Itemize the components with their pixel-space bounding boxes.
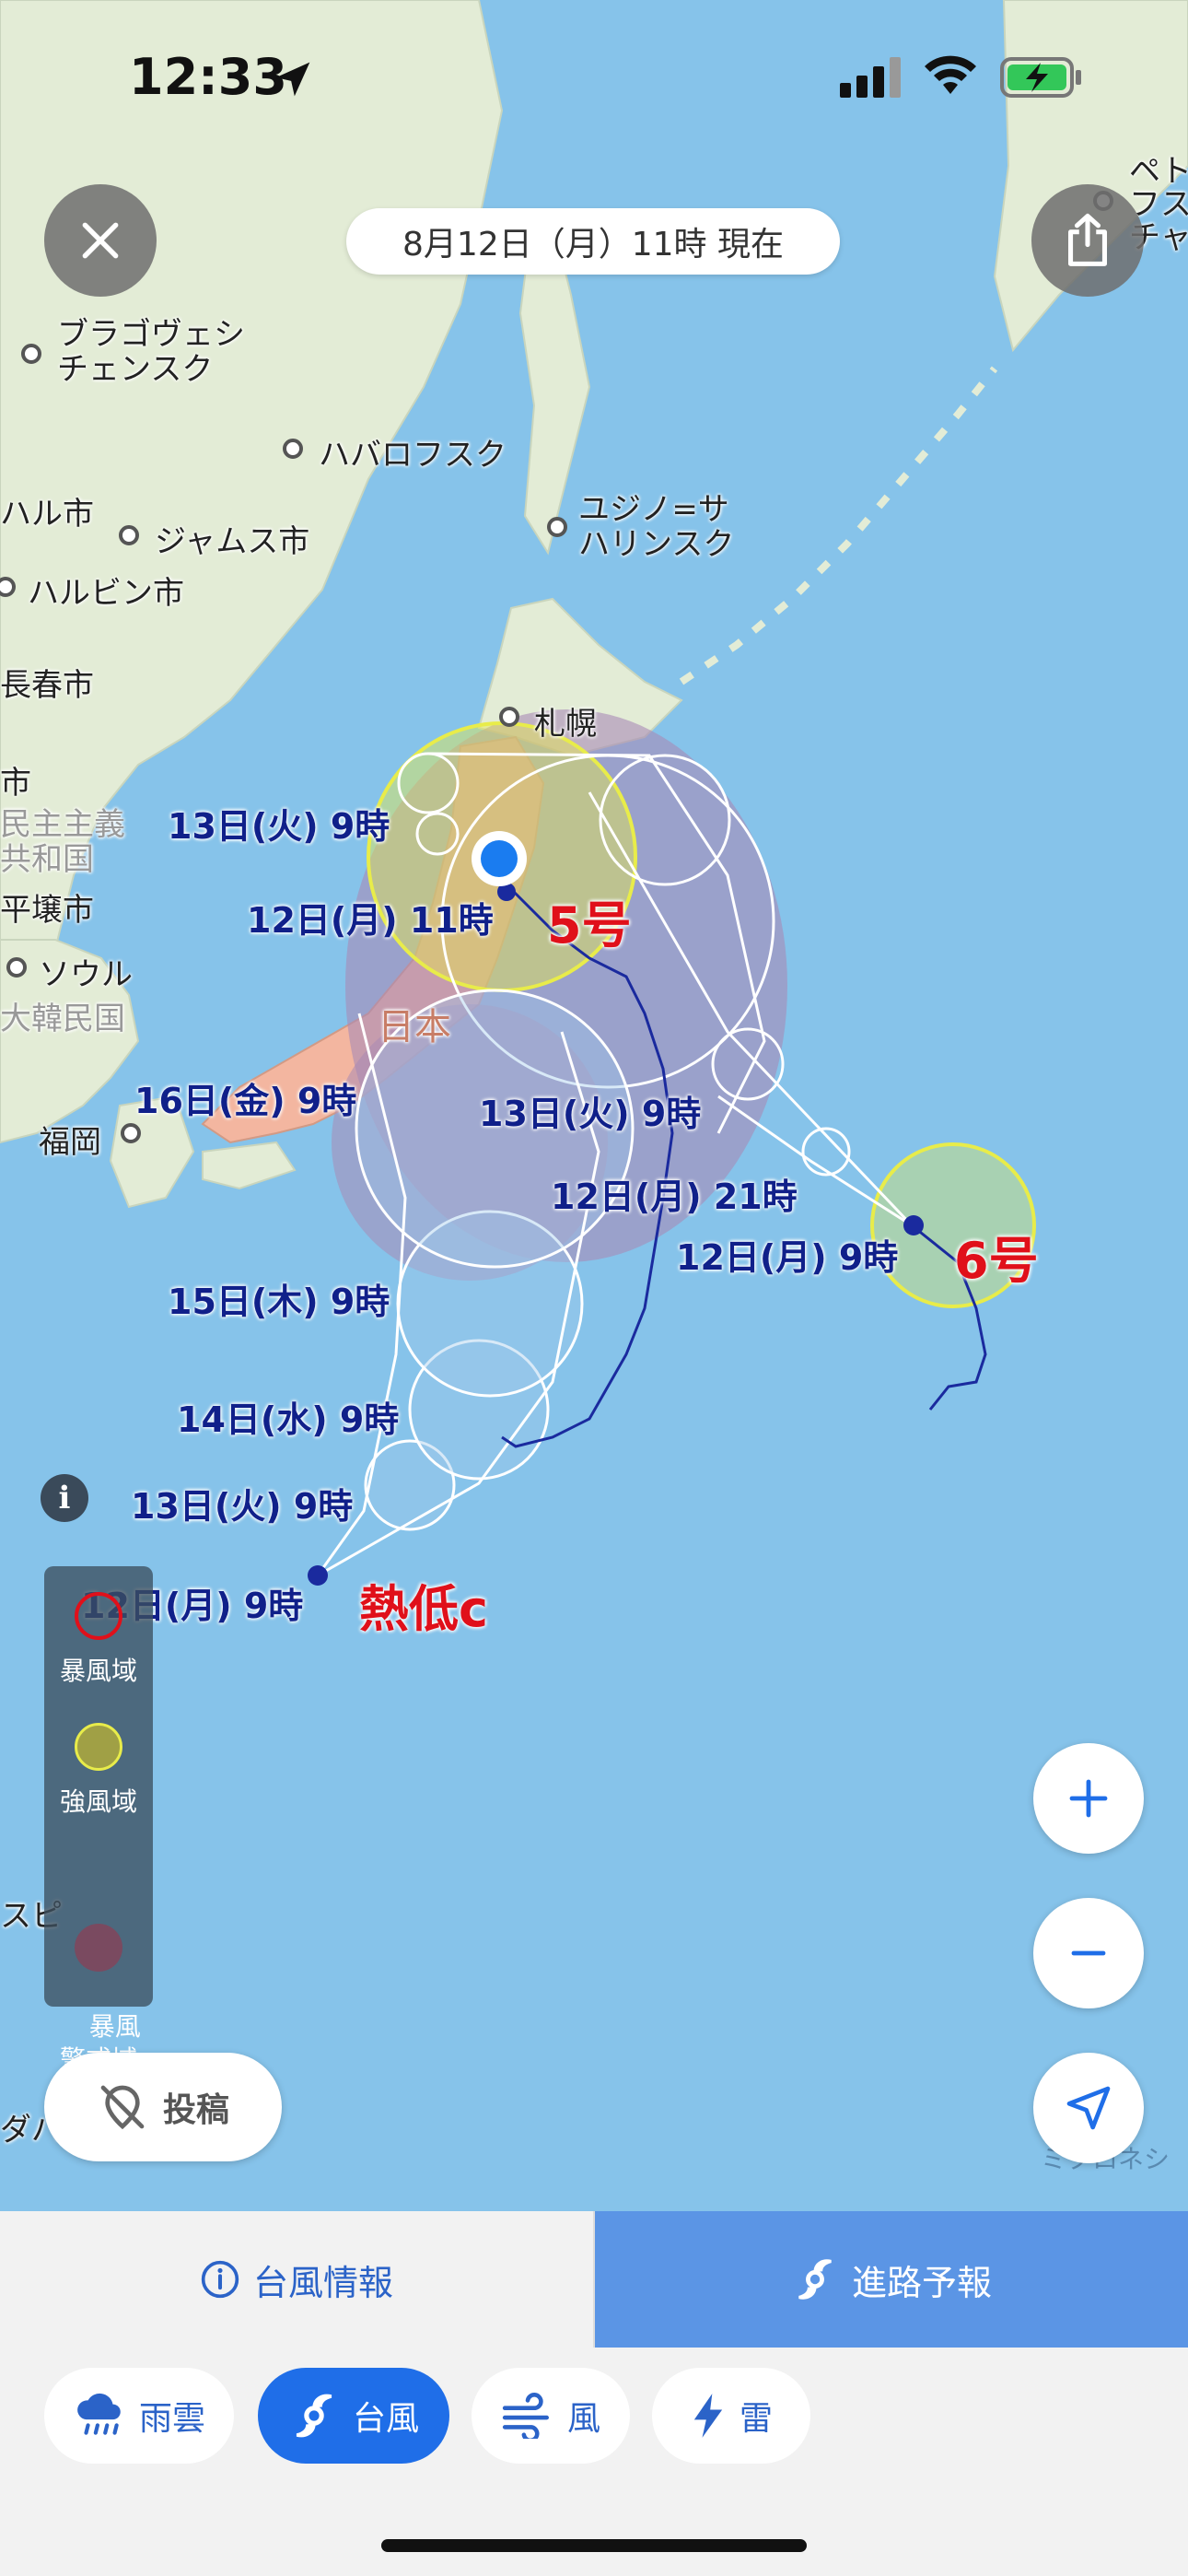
close-button[interactable] — [44, 184, 157, 297]
minus-icon — [1071, 1950, 1106, 1956]
chip-lightning[interactable]: 雷 — [652, 2368, 810, 2464]
typhoon-icon — [798, 2259, 832, 2300]
typhoon-tabs: 台風情報 進路予報 — [0, 2211, 1188, 2348]
place-label-fukuoka: 福岡 — [39, 1124, 101, 1161]
wifi-icon — [925, 55, 976, 94]
purple-circle-icon — [75, 1924, 122, 1972]
place-label-sapporo: 札幌 — [534, 706, 597, 743]
legend-item-strong-wind: 強風域 — [44, 1723, 153, 1819]
battery-charging-icon — [1000, 57, 1081, 98]
legend-label: 暴風域 — [59, 1656, 137, 1686]
chip-label: 風 — [566, 2400, 600, 2438]
forecast-label: 14日(水) 9時 — [177, 1399, 400, 1440]
status-bar: 12:33 — [0, 0, 1188, 157]
share-button[interactable] — [1031, 184, 1144, 297]
tab-typhoon-info[interactable]: 台風情報 — [0, 2211, 593, 2348]
rain-cloud-icon — [77, 2393, 121, 2435]
storm-label-5[interactable]: 5号 — [547, 884, 632, 957]
weather-map[interactable]: ブラゴヴェシ チェンスク ハバロフスク ハル市 ジャムス市 ハルビン市 ユジノ=… — [0, 0, 1188, 2211]
track-point-6 — [903, 1215, 924, 1235]
land-shikoku — [202, 1141, 297, 1190]
place-label-blagoveshchensk: ブラゴヴェシ チェンスク — [57, 316, 245, 388]
legend-item-storm-area: 暴風域 — [44, 1592, 153, 1688]
zoom-in-button[interactable] — [1033, 1743, 1144, 1854]
info-icon[interactable]: i — [41, 1474, 88, 1522]
place-label-korea: 大韓民国 — [0, 1001, 125, 1037]
post-button[interactable]: 投稿 — [44, 2053, 282, 2161]
chip-label: 雨雲 — [138, 2400, 205, 2438]
legend-label: 強風域 — [59, 1786, 137, 1817]
forecast-label: 12日(月) 21時 — [551, 1177, 798, 1217]
chip-rain-cloud[interactable]: 雨雲 — [44, 2368, 234, 2464]
chip-label: 雷 — [739, 2400, 773, 2438]
close-icon — [82, 222, 119, 259]
track-point-c — [308, 1565, 328, 1586]
location-arrow-icon — [275, 62, 310, 97]
place-label-harbin: ハルビン市 — [28, 575, 184, 612]
forecast-label: 12日(月) 11時 — [247, 900, 494, 941]
plus-icon — [1069, 1779, 1108, 1818]
share-icon — [1068, 213, 1107, 266]
storm-label-6[interactable]: 6号 — [954, 1220, 1039, 1293]
post-disabled-icon — [100, 2085, 145, 2130]
wind-icon — [502, 2393, 549, 2439]
place-label-dprk: 民主主義 共和国 — [0, 806, 125, 878]
forecast-label: 13日(火) 9時 — [168, 806, 390, 847]
red-circle-icon — [75, 1592, 122, 1640]
chip-label: 台風 — [352, 2400, 419, 2438]
forecast-label: 15日(木) 9時 — [168, 1282, 390, 1322]
yellow-circle-icon — [75, 1723, 122, 1771]
home-indicator[interactable] — [381, 2539, 807, 2552]
navigation-arrow-icon — [1066, 2086, 1111, 2130]
place-label-changchun: 長春市 — [0, 667, 94, 704]
legend-panel: 暴風域 強風域 暴風 警戒域 — [44, 1566, 153, 2075]
tab-label: 台風情報 — [252, 2262, 393, 2303]
place-label-yuzhno: ユジノ=サ ハリンスク — [578, 491, 735, 563]
status-time: 12:33 — [129, 48, 287, 106]
forecast-label: 12日(月) 9時 — [676, 1237, 899, 1278]
place-label-harbin-partial: ハル市 — [0, 496, 94, 533]
storm-label-c[interactable]: 熱低c — [359, 1568, 488, 1641]
typhoon-icon — [296, 2394, 332, 2438]
post-button-label: 投稿 — [162, 2091, 229, 2129]
current-time-pill: 8月12日（月）11時 現在 — [346, 208, 840, 275]
forecast-label: 13日(火) 9時 — [131, 1486, 354, 1527]
place-label-japan: 日本 — [378, 1006, 451, 1048]
zoom-out-button[interactable] — [1033, 1898, 1144, 2008]
place-label-khabarovsk: ハバロフスク — [319, 437, 507, 474]
place-label-seoul: ソウル — [39, 956, 133, 993]
chip-wind[interactable]: 風 — [472, 2368, 630, 2464]
tab-label: 進路予報 — [851, 2262, 992, 2303]
lightning-icon — [693, 2394, 723, 2438]
place-label-pyongyang: 平壌市 — [0, 892, 94, 929]
forecast-label: 13日(火) 9時 — [479, 1094, 702, 1134]
current-location-button[interactable] — [1033, 2053, 1144, 2163]
forecast-label: 16日(金) 9時 — [134, 1081, 357, 1121]
place-label-jiamusi: ジャムス市 — [155, 523, 310, 560]
place-label-city-partial: 市 — [0, 765, 31, 802]
tab-forecast-path[interactable]: 進路予報 — [595, 2211, 1188, 2348]
cellular-signal-icon — [840, 57, 901, 98]
info-circle-icon — [201, 2260, 239, 2299]
chip-typhoon[interactable]: 台風 — [258, 2368, 449, 2464]
